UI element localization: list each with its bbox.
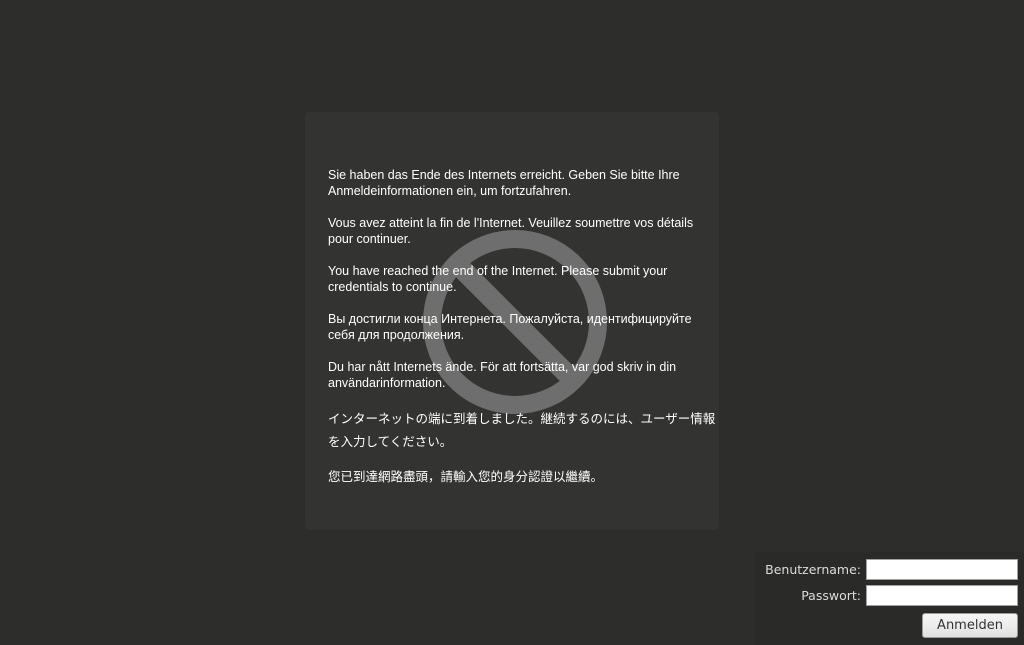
username-row: Benutzername: xyxy=(765,559,1018,580)
message-english: You have reached the end of the Internet… xyxy=(328,264,668,294)
message-russian: Вы достигли конца Интернета. Пожалуйста,… xyxy=(328,312,692,342)
password-label: Passwort: xyxy=(801,588,861,603)
end-of-internet-page: Sie haben das Ende des Internets erreich… xyxy=(0,0,1024,645)
password-row: Passwort: xyxy=(801,585,1018,606)
login-form: Benutzername: Passwort: Anmelden xyxy=(754,552,1024,645)
message-chinese: 您已到達網路盡頭，請輸入您的身分認證以繼續。 xyxy=(328,469,604,484)
username-input[interactable] xyxy=(866,559,1018,580)
message-french: Vous avez atteint la fin de l'Internet. … xyxy=(328,216,694,246)
password-input[interactable] xyxy=(866,585,1018,606)
message-japanese: インターネットの端に到着しました。継続するのには、ユーザー情報を入力してください… xyxy=(328,411,716,449)
username-label: Benutzername: xyxy=(765,562,861,577)
message-german: Sie haben das Ende des Internets erreich… xyxy=(328,168,680,198)
message-swedish: Du har nått Internets ände. För att fort… xyxy=(328,360,677,390)
login-button[interactable]: Anmelden xyxy=(922,613,1018,638)
message-box: Sie haben das Ende des Internets erreich… xyxy=(305,112,719,530)
message-list: Sie haben das Ende des Internets erreich… xyxy=(328,167,720,488)
